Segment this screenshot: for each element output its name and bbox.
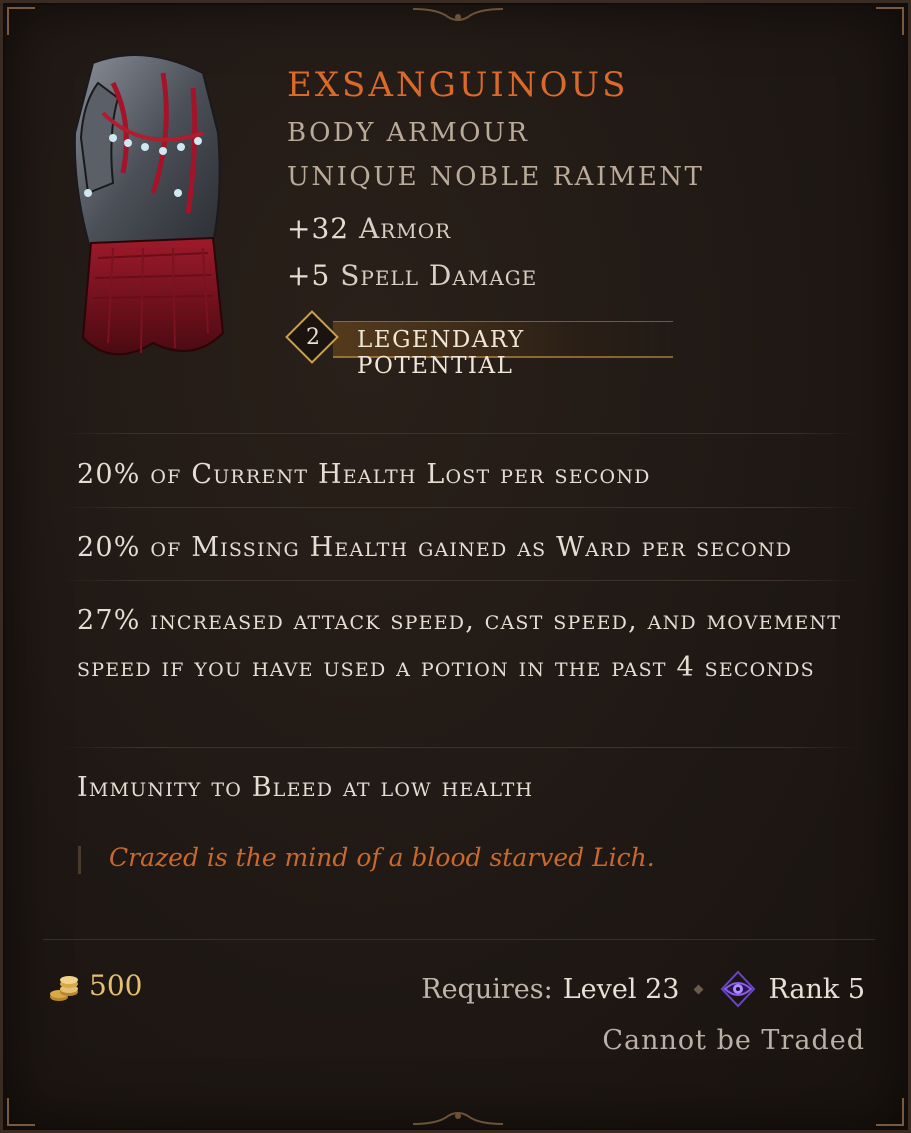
implicit-stat: Armor [359, 212, 452, 245]
top-ornament-icon [412, 8, 504, 21]
separator-dot [693, 984, 704, 994]
item-type: BODY ARMOUR [287, 118, 530, 148]
legendary-potential-value: 2 [306, 325, 320, 350]
requires-label: Requires: [421, 973, 553, 1005]
divider [61, 747, 861, 748]
frame-corner [7, 7, 35, 35]
divider [61, 433, 861, 434]
footer-divider [43, 939, 875, 940]
required-level: Level 23 [562, 973, 680, 1005]
affix-line: 20% of Missing Health gained as Ward per… [77, 532, 793, 563]
eye-rank-icon [721, 970, 756, 1008]
divider [61, 580, 861, 581]
implicit-armor: +32 Armor [287, 212, 451, 245]
implicit-value: +5 [287, 259, 331, 292]
item-tooltip: EXSANGUINOUS BODY ARMOUR UNIQUE NOBLE RA… [0, 0, 911, 1133]
legendary-potential: 2 LEGENDARY POTENTIAL [285, 310, 685, 379]
gold-value: 500 [89, 969, 143, 1002]
trade-status: Cannot be Traded [602, 1025, 865, 1056]
frame-corner [876, 1098, 904, 1126]
gold-coins-icon [50, 976, 78, 1001]
bottom-ornament-icon [412, 1112, 504, 1125]
implicit-stat: Spell Damage [340, 259, 538, 292]
frame-corner [876, 7, 904, 35]
affix-line: 27% increased attack speed, cast speed, … [77, 605, 842, 683]
affix-line: Immunity to Bleed at low health [77, 772, 534, 803]
required-rank: Rank 5 [768, 973, 865, 1005]
implicit-spell-damage: +5 Spell Damage [287, 259, 537, 292]
item-base: UNIQUE NOBLE RAIMENT [287, 162, 705, 192]
lore-bar [78, 846, 81, 874]
body-armour-image [73, 54, 225, 356]
item-title: EXSANGUINOUS [287, 65, 629, 105]
frame-corner [7, 1098, 35, 1126]
implicit-value: +32 [287, 212, 350, 245]
legendary-potential-label: LEGENDARY POTENTIAL [357, 327, 525, 379]
affix-line: 20% of Current Health Lost per second [77, 459, 651, 490]
divider [61, 507, 861, 508]
lore-text: Crazed is the mind of a blood starved Li… [109, 843, 655, 872]
requirements: Requires: Level 23 Rank 5 [421, 969, 865, 1009]
